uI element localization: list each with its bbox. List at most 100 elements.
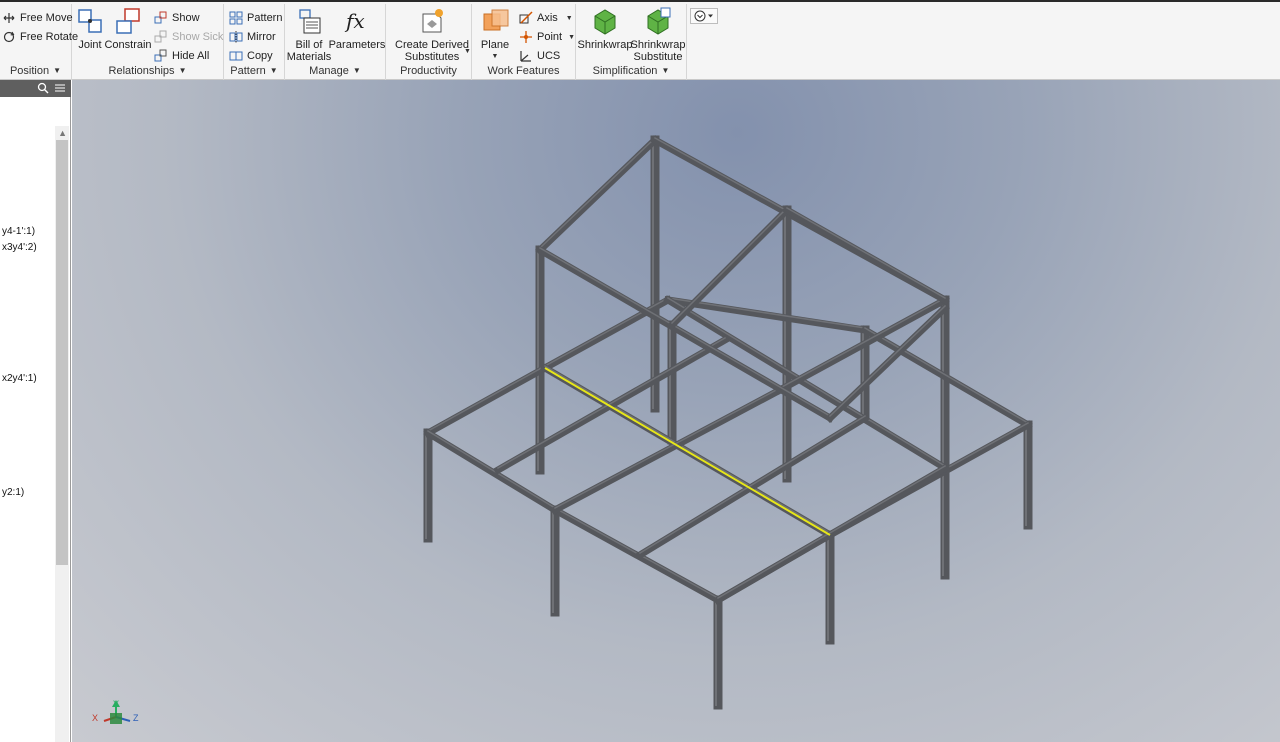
menu-icon[interactable]: [53, 82, 66, 95]
frame-beam-edge[interactable]: [543, 296, 670, 368]
bill-of-materials-icon: [294, 6, 324, 36]
chevron-down-icon[interactable]: ▼: [492, 51, 499, 63]
point-button[interactable]: Point ▼: [519, 28, 575, 46]
relationships-panel: Joint Constrain Show Show Sick Hide All: [72, 4, 224, 80]
constrain-button[interactable]: Constrain: [104, 6, 152, 51]
position-title-text: Position: [9, 65, 50, 77]
parameters-fx-icon: fx: [342, 6, 372, 36]
frame-beam-edge[interactable]: [670, 206, 789, 325]
mirror-icon: [229, 30, 243, 44]
shrinkwrap-substitute-icon: [643, 6, 673, 36]
svg-text:fx: fx: [344, 9, 365, 33]
manage-title-text: Manage: [309, 65, 349, 77]
ribbon-customize-button[interactable]: [690, 8, 718, 24]
pattern-title-text: Pattern: [230, 65, 266, 77]
chevron-down-icon[interactable]: ▼: [464, 48, 471, 55]
productivity-title-text: Productivity: [400, 65, 457, 77]
chevron-down-icon[interactable]: ▼: [568, 34, 575, 41]
browser-item[interactable]: x3y4':2): [2, 242, 37, 253]
frame-beam[interactable]: [535, 135, 660, 255]
free-move-button[interactable]: Free Move: [2, 9, 73, 27]
copy-button[interactable]: Copy: [229, 47, 273, 65]
chevron-down-icon: ▼: [53, 66, 62, 75]
frame-beam-edge[interactable]: [785, 206, 947, 300]
joint-button[interactable]: Joint: [76, 6, 104, 51]
search-icon[interactable]: [36, 82, 49, 95]
frame-beam-edge[interactable]: [538, 136, 657, 250]
create-derived-substitutes-icon: [417, 6, 447, 36]
create-derived-substitutes-button[interactable]: Create Derived Substitutes: [394, 6, 470, 63]
chevron-down-icon[interactable]: ▼: [566, 15, 573, 22]
browser-header: [0, 80, 71, 97]
graphics-viewport[interactable]: X Y Z: [72, 80, 1280, 742]
copy-label: Copy: [247, 50, 273, 62]
hide-all-icon: [154, 49, 168, 63]
ribbon: Free Move Free Rotate Position ▼ Joint Co…: [0, 0, 1280, 80]
manage-panel: Bill of Materials fx Parameters Manage ▼: [285, 4, 386, 80]
ucs-button[interactable]: UCS: [519, 47, 560, 65]
constrain-label: Constrain: [104, 39, 152, 51]
simplification-panel-title[interactable]: Simplification ▼: [576, 65, 686, 79]
frame-beam-edge[interactable]: [426, 364, 547, 433]
frame-beam[interactable]: [782, 205, 950, 305]
show-label: Show: [172, 12, 200, 24]
ucs-label: UCS: [537, 50, 561, 62]
position-panel: Free Move Free Rotate Position ▼: [0, 4, 78, 80]
point-label: Point: [537, 31, 563, 43]
frame-beam-edge[interactable]: [496, 336, 727, 470]
pattern-panel-title[interactable]: Pattern ▼: [224, 65, 284, 79]
hide-all-button[interactable]: Hide All: [154, 47, 209, 65]
view-triad[interactable]: X Y Z: [92, 699, 139, 724]
free-move-label: Free Move: [20, 12, 73, 24]
browser-scrollbar-thumb[interactable]: [56, 140, 68, 565]
hide-all-label: Hide All: [172, 50, 210, 62]
shrinkwrap-button[interactable]: Shrinkwrap: [577, 6, 633, 51]
shrinkwrap-icon: [590, 6, 620, 36]
plane-button[interactable]: Plane ▼: [478, 6, 512, 63]
simplification-title-text: Simplification: [592, 65, 658, 77]
customize-dropdown-icon: [694, 10, 713, 22]
free-rotate-icon: [2, 30, 16, 44]
pattern-button[interactable]: Pattern: [229, 9, 282, 27]
relationships-panel-title[interactable]: Relationships ▼: [72, 65, 223, 79]
axis-x-label: X: [92, 713, 98, 723]
scroll-up-arrow-icon[interactable]: ▲: [58, 128, 67, 138]
copy-icon: [229, 49, 243, 63]
manage-panel-title[interactable]: Manage ▼: [285, 65, 385, 79]
frame-members[interactable]: [423, 135, 1033, 710]
model-browser: y4-1':1) x3y4':2) x2y4':1) y2:1) ▲: [0, 80, 71, 742]
axis-label: Axis: [537, 12, 558, 24]
plane-icon: [480, 6, 510, 36]
bill-of-materials-button[interactable]: Bill of Materials: [287, 6, 331, 63]
free-move-icon: [2, 11, 16, 25]
parameters-button[interactable]: fx Parameters: [329, 6, 386, 51]
mirror-button[interactable]: Mirror: [229, 28, 276, 46]
shrinkwrap-substitute-label: Shrinkwrap Substitute: [630, 39, 686, 63]
axis-button[interactable]: Axis ▼: [519, 9, 573, 27]
browser-item[interactable]: x2y4':1): [2, 373, 37, 384]
steel-frame-model[interactable]: X Y Z: [72, 80, 1280, 742]
axis-icon: [519, 11, 533, 25]
work-features-title-text: Work Features: [487, 65, 560, 77]
show-sick-button[interactable]: Show Sick: [154, 28, 223, 46]
show-button[interactable]: Show: [154, 9, 200, 27]
frame-beam-edge[interactable]: [828, 304, 947, 418]
plane-label: Plane: [480, 39, 510, 51]
browser-item[interactable]: y4-1':1): [2, 226, 35, 237]
parameters-label: Parameters: [328, 39, 386, 51]
chevron-down-icon: ▼: [178, 66, 187, 75]
show-sick-label: Show Sick: [172, 31, 224, 43]
work-features-panel-title: Work Features: [472, 65, 575, 79]
ucs-icon: [519, 49, 533, 63]
create-derived-substitutes-label: Create Derived Substitutes: [395, 39, 469, 63]
frame-beam[interactable]: [423, 363, 550, 438]
shrinkwrap-label: Shrinkwrap: [577, 39, 633, 51]
simplification-panel: Shrinkwrap Shrinkwrap Substitute Simplif…: [576, 4, 687, 80]
position-panel-title[interactable]: Position ▼: [0, 65, 71, 79]
free-rotate-button[interactable]: Free Rotate: [2, 28, 78, 46]
shrinkwrap-substitute-button[interactable]: Shrinkwrap Substitute: [630, 6, 686, 63]
point-icon: [519, 30, 533, 44]
browser-item[interactable]: y2:1): [2, 487, 24, 498]
show-relationships-icon: [154, 11, 168, 25]
pattern-label: Pattern: [247, 12, 283, 24]
